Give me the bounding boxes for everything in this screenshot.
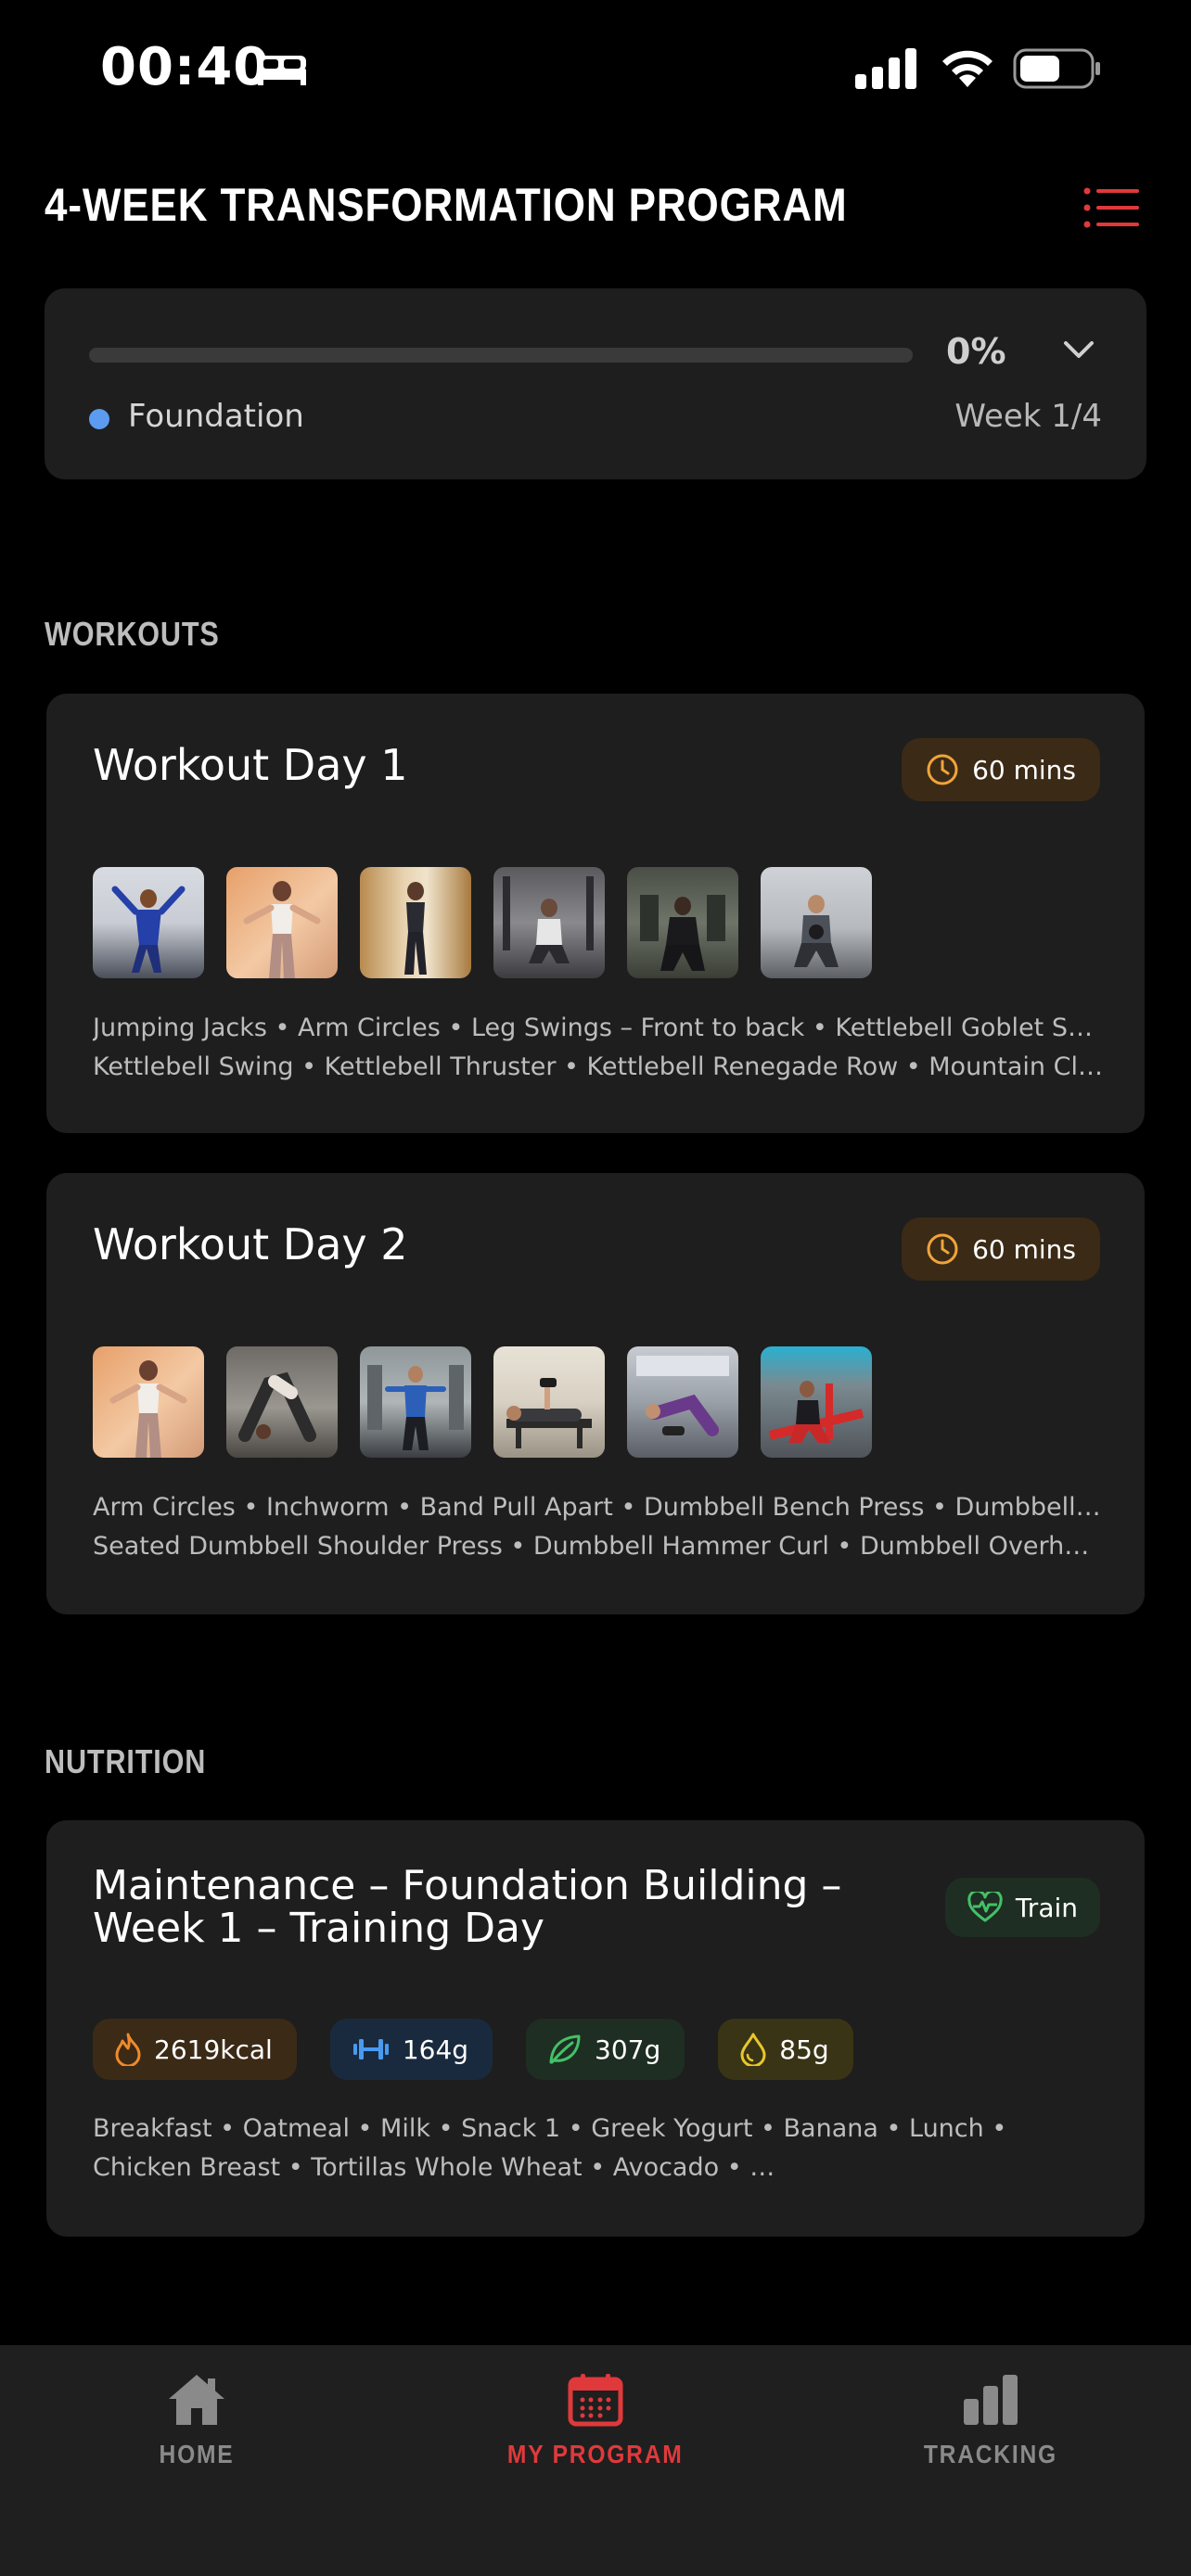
bar-chart-icon xyxy=(964,2375,1018,2425)
leaf-icon xyxy=(549,2034,581,2064)
page-title: 4-WEEK TRANSFORMATION PROGRAM xyxy=(45,179,848,231)
macro-summary: 2619kcal 164g 307g 85g xyxy=(93,2019,853,2080)
workouts-section-title: WORKOUTS xyxy=(45,615,220,653)
week-label: Week 1/4 xyxy=(954,398,1102,435)
nutrition-plan-card[interactable]: Maintenance – Foundation Building – Week… xyxy=(46,1820,1145,2237)
workout-title: Workout Day 1 xyxy=(93,740,408,790)
clock-icon xyxy=(927,754,958,785)
fat-value: 85g xyxy=(779,2034,829,2065)
exercise-list-line: Arm Circles • Inchworm • Band Pull Apart… xyxy=(93,1493,1104,1522)
calories-value: 2619kcal xyxy=(154,2034,273,2065)
progress-percent: 0% xyxy=(946,331,1006,372)
exercise-thumbnail xyxy=(761,867,872,978)
clock-icon xyxy=(927,1233,958,1265)
exercise-thumbnail xyxy=(493,1346,605,1458)
carbs-value: 307g xyxy=(595,2034,661,2065)
tab-my-program[interactable]: MY PROGRAM xyxy=(456,2373,735,2469)
cellular-signal-icon xyxy=(855,48,916,89)
list-menu-icon[interactable] xyxy=(1083,187,1139,228)
calendar-icon xyxy=(568,2374,623,2427)
exercise-thumbnail xyxy=(493,867,605,978)
duration-badge: 60 mins xyxy=(902,738,1100,801)
phase-label: Foundation xyxy=(128,398,304,435)
duration-label: 60 mins xyxy=(972,1233,1076,1265)
exercise-thumbnails xyxy=(93,867,872,978)
exercise-thumbnail xyxy=(761,1346,872,1458)
chevron-down-icon[interactable] xyxy=(1063,340,1095,359)
fat-chip: 85g xyxy=(718,2019,853,2080)
heart-pulse-icon xyxy=(967,1892,1003,1922)
dumbbell-icon xyxy=(352,2039,389,2060)
exercise-list-line: Jumping Jacks • Arm Circles • Leg Swings… xyxy=(93,1014,1104,1042)
training-day-label: Train xyxy=(1015,1892,1078,1923)
carbs-chip: 307g xyxy=(526,2019,685,2080)
exercise-list: Arm Circles • Inchworm • Band Pull Apart… xyxy=(93,1488,1104,1566)
status-time: 00:40 xyxy=(100,37,271,97)
exercise-thumbnails xyxy=(93,1346,872,1458)
exercise-thumbnail xyxy=(93,867,204,978)
flame-icon xyxy=(115,2033,141,2066)
exercise-thumbnail xyxy=(627,867,738,978)
tab-tracking[interactable]: TRACKING xyxy=(852,2373,1130,2469)
tab-home-label: HOME xyxy=(159,2440,235,2468)
protein-value: 164g xyxy=(402,2034,469,2065)
tab-my-program-label: MY PROGRAM xyxy=(507,2440,684,2468)
droplet-icon xyxy=(740,2033,766,2066)
home-icon xyxy=(169,2375,224,2425)
duration-label: 60 mins xyxy=(972,754,1076,785)
workout-card-day-1[interactable]: Workout Day 1 60 mins Jumping Jacks • Ar… xyxy=(46,694,1145,1133)
exercise-thumbnail xyxy=(226,1346,338,1458)
tab-tracking-label: TRACKING xyxy=(923,2440,1058,2468)
meal-food-list: Breakfast • Oatmeal • Milk • Snack 1 • G… xyxy=(93,2114,1007,2182)
protein-chip: 164g xyxy=(329,2019,493,2080)
nutrition-section-title: NUTRITION xyxy=(45,1742,207,1780)
bottom-tab-bar: HOME MY PROGRAM TRACKING xyxy=(0,2345,1191,2576)
training-day-badge: Train xyxy=(944,1878,1100,1937)
tab-home[interactable]: HOME xyxy=(58,2373,336,2469)
exercise-list-line: Kettlebell Swing • Kettlebell Thruster •… xyxy=(93,1052,1104,1081)
exercise-thumbnail xyxy=(360,867,471,978)
exercise-list-line: Seated Dumbbell Shoulder Press • Dumbbel… xyxy=(93,1532,1104,1561)
duration-badge: 60 mins xyxy=(902,1218,1100,1281)
exercise-thumbnail xyxy=(93,1346,204,1458)
progress-bar xyxy=(89,348,913,363)
sleep-mode-icon xyxy=(258,56,306,85)
exercise-thumbnail xyxy=(360,1346,471,1458)
calories-chip: 2619kcal xyxy=(93,2019,297,2080)
exercise-list: Jumping Jacks • Arm Circles • Leg Swings… xyxy=(93,1009,1104,1087)
battery-icon xyxy=(1013,48,1100,89)
exercise-thumbnail xyxy=(226,867,338,978)
exercise-thumbnail xyxy=(627,1346,738,1458)
phase-indicator-dot xyxy=(89,409,109,429)
program-progress-card[interactable]: 0% Foundation Week 1/4 xyxy=(45,288,1146,479)
workout-title: Workout Day 2 xyxy=(93,1219,408,1269)
workout-card-day-2[interactable]: Workout Day 2 60 mins Arm Circles • Inch… xyxy=(46,1173,1145,1614)
wifi-icon xyxy=(942,50,992,87)
nutrition-plan-title: Maintenance – Foundation Building – Week… xyxy=(93,1862,842,1952)
